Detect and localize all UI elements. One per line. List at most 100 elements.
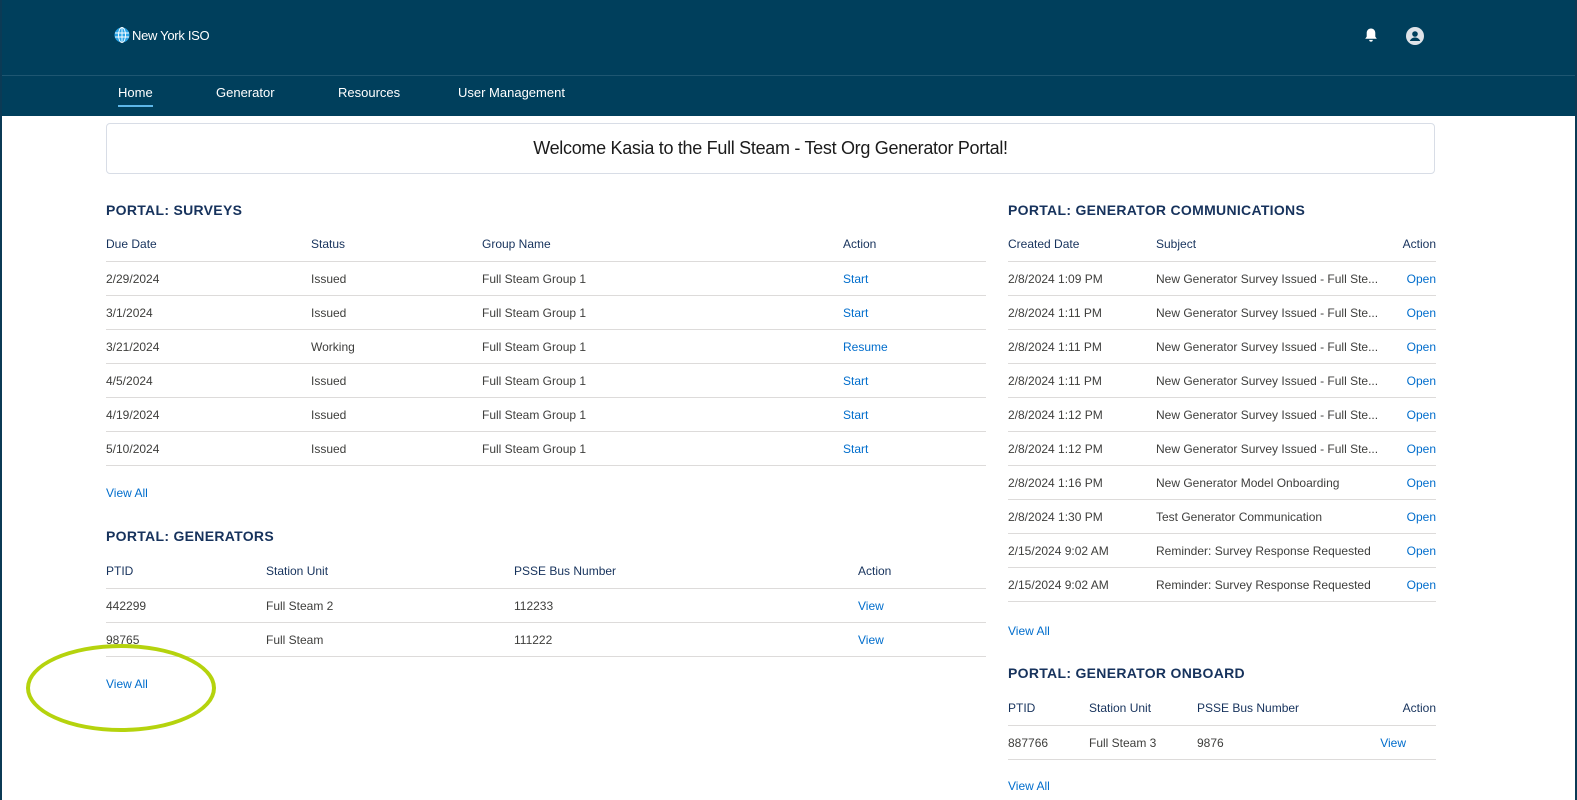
table-row: 3/21/2024 Working Full Steam Group 1 Res… bbox=[106, 329, 986, 364]
due-date-cell: 3/1/2024 bbox=[106, 295, 311, 330]
welcome-text: Welcome Kasia to the Full Steam - Test O… bbox=[533, 138, 1008, 158]
globe-logo-icon bbox=[114, 27, 130, 43]
table-row: 2/8/2024 1:11 PM New Generator Survey Is… bbox=[1008, 295, 1436, 330]
subject-cell: New Generator Survey Issued - Full Ste..… bbox=[1156, 261, 1390, 296]
subject-text: New Generator Model Onboarding bbox=[1156, 475, 1340, 490]
main-nav: Home Generator Resources User Management bbox=[2, 75, 1575, 116]
user-menu-button[interactable] bbox=[1406, 27, 1424, 50]
status-cell: Issued bbox=[311, 295, 482, 330]
subject-cell: New Generator Model Onboarding bbox=[1156, 465, 1390, 500]
subject-cell: New Generator Survey Issued - Full Ste..… bbox=[1156, 363, 1390, 398]
table-row: 2/8/2024 1:12 PM New Generator Survey Is… bbox=[1008, 431, 1436, 466]
column-header: Action bbox=[1390, 227, 1436, 262]
open-link[interactable]: Open bbox=[1390, 363, 1436, 398]
table-row: 2/8/2024 1:16 PM New Generator Model Onb… bbox=[1008, 465, 1436, 500]
start-link[interactable]: Start bbox=[843, 261, 986, 296]
start-link[interactable]: Start bbox=[843, 397, 986, 432]
table-row: 2/8/2024 1:30 PM Test Generator Communic… bbox=[1008, 499, 1436, 534]
created-date-cell: 2/8/2024 1:11 PM bbox=[1008, 295, 1156, 330]
due-date-cell: 5/10/2024 bbox=[106, 431, 311, 466]
created-date-cell: 2/8/2024 1:12 PM bbox=[1008, 397, 1156, 432]
view-link[interactable]: View bbox=[1379, 725, 1436, 760]
column-header: Subject bbox=[1156, 227, 1390, 262]
open-link[interactable]: Open bbox=[1390, 533, 1436, 568]
created-date-cell: 2/8/2024 1:09 PM bbox=[1008, 261, 1156, 296]
group-name-cell: Full Steam Group 1 bbox=[482, 431, 843, 466]
resume-link[interactable]: Resume bbox=[843, 329, 986, 364]
open-link[interactable]: Open bbox=[1390, 397, 1436, 432]
communications-view-all-link[interactable]: View All bbox=[1008, 624, 1050, 638]
view-link[interactable]: View bbox=[858, 588, 986, 623]
communications-title: PORTAL: GENERATOR COMMUNICATIONS bbox=[1008, 202, 1306, 218]
surveys-table: Due Date Status Group Name Action 2/29/2… bbox=[106, 227, 986, 466]
table-row: 4/5/2024 Issued Full Steam Group 1 Start bbox=[106, 363, 986, 398]
open-link[interactable]: Open bbox=[1390, 465, 1436, 500]
due-date-cell: 3/21/2024 bbox=[106, 329, 311, 364]
created-date-cell: 2/8/2024 1:16 PM bbox=[1008, 465, 1156, 500]
top-header: New York ISO bbox=[2, 0, 1575, 75]
onboard-view-all-link[interactable]: View All bbox=[1008, 779, 1050, 793]
open-link[interactable]: Open bbox=[1390, 567, 1436, 602]
status-cell: Issued bbox=[311, 261, 482, 296]
column-header: Action bbox=[843, 227, 986, 262]
station-unit-cell: Full Steam 3 bbox=[1089, 725, 1197, 760]
logo[interactable]: New York ISO bbox=[114, 27, 210, 43]
psse-bus-number-cell: 9876 bbox=[1197, 725, 1379, 760]
subject-cell: New Generator Survey Issued - Full Ste..… bbox=[1156, 329, 1390, 364]
table-row: 2/8/2024 1:12 PM New Generator Survey Is… bbox=[1008, 397, 1436, 432]
status-cell: Issued bbox=[311, 363, 482, 398]
table-row: 5/10/2024 Issued Full Steam Group 1 Star… bbox=[106, 431, 986, 466]
station-unit-cell: Full Steam 2 bbox=[266, 588, 514, 623]
onboard-table: PTID Station Unit PSSE Bus Number Action… bbox=[1008, 691, 1436, 760]
column-header: Status bbox=[311, 227, 482, 262]
group-name-cell: Full Steam Group 1 bbox=[482, 363, 843, 398]
column-header: Due Date bbox=[106, 227, 311, 262]
table-row: 2/29/2024 Issued Full Steam Group 1 Star… bbox=[106, 261, 986, 296]
created-date-cell: 2/8/2024 1:30 PM bbox=[1008, 499, 1156, 534]
group-name-cell: Full Steam Group 1 bbox=[482, 329, 843, 364]
open-link[interactable]: Open bbox=[1390, 295, 1436, 330]
welcome-banner: Welcome Kasia to the Full Steam - Test O… bbox=[106, 123, 1435, 174]
column-header: Station Unit bbox=[1089, 691, 1197, 726]
created-date-cell: 2/15/2024 9:02 AM bbox=[1008, 567, 1156, 602]
view-link[interactable]: View bbox=[858, 622, 986, 657]
logo-text: New York ISO bbox=[132, 27, 210, 43]
subject-text: New Generator Survey Issued - Full Ste..… bbox=[1156, 339, 1379, 354]
nav-resources[interactable]: Resources bbox=[338, 85, 400, 100]
user-avatar-icon bbox=[1406, 27, 1424, 45]
open-link[interactable]: Open bbox=[1390, 499, 1436, 534]
created-date-cell: 2/8/2024 1:11 PM bbox=[1008, 329, 1156, 364]
generators-title: PORTAL: GENERATORS bbox=[106, 528, 274, 544]
status-cell: Issued bbox=[311, 397, 482, 432]
ptid-cell: 887766 bbox=[1008, 725, 1089, 760]
subject-cell: Reminder: Survey Response Requested bbox=[1156, 533, 1390, 568]
nav-generator[interactable]: Generator bbox=[216, 85, 275, 100]
start-link[interactable]: Start bbox=[843, 363, 986, 398]
table-row: 442299 Full Steam 2 112233 View bbox=[106, 588, 986, 623]
subject-cell: New Generator Survey Issued - Full Ste..… bbox=[1156, 431, 1390, 466]
column-header: PTID bbox=[1008, 691, 1089, 726]
nav-home[interactable]: Home bbox=[118, 85, 153, 107]
nav-user-management[interactable]: User Management bbox=[458, 85, 565, 100]
table-header-row: Created Date Subject Action bbox=[1008, 227, 1436, 262]
start-link[interactable]: Start bbox=[843, 431, 986, 466]
group-name-cell: Full Steam Group 1 bbox=[482, 261, 843, 296]
notifications-button[interactable] bbox=[1363, 27, 1379, 48]
open-link[interactable]: Open bbox=[1390, 431, 1436, 466]
column-header: Created Date bbox=[1008, 227, 1156, 262]
table-row: 3/1/2024 Issued Full Steam Group 1 Start bbox=[106, 295, 986, 330]
subject-text: Test Generator Communication bbox=[1156, 509, 1323, 524]
group-name-cell: Full Steam Group 1 bbox=[482, 295, 843, 330]
table-header-row: Due Date Status Group Name Action bbox=[106, 227, 986, 262]
subject-cell: New Generator Survey Issued - Full Ste..… bbox=[1156, 397, 1390, 432]
surveys-view-all-link[interactable]: View All bbox=[106, 486, 148, 500]
created-date-cell: 2/8/2024 1:12 PM bbox=[1008, 431, 1156, 466]
group-name-cell: Full Steam Group 1 bbox=[482, 397, 843, 432]
open-link[interactable]: Open bbox=[1390, 329, 1436, 364]
generators-table: PTID Station Unit PSSE Bus Number Action… bbox=[106, 554, 986, 657]
start-link[interactable]: Start bbox=[843, 295, 986, 330]
open-link[interactable]: Open bbox=[1390, 261, 1436, 296]
status-cell: Working bbox=[311, 329, 482, 364]
psse-bus-number-cell: 112233 bbox=[514, 588, 858, 623]
column-header: Group Name bbox=[482, 227, 843, 262]
